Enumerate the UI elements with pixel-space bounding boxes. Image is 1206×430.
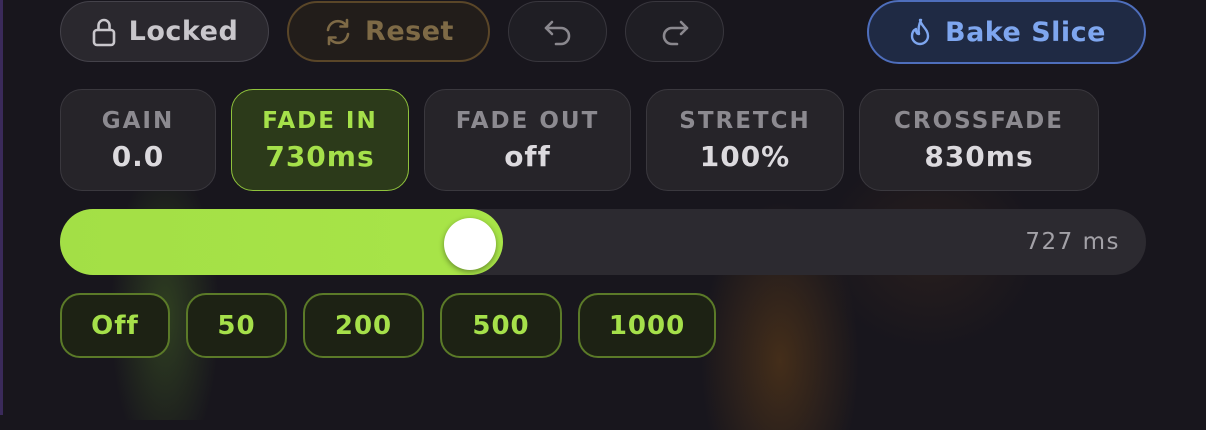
param-label: FADE IN [262, 107, 378, 134]
redo-icon [659, 18, 691, 46]
bake-slice-button[interactable]: Bake Slice [867, 0, 1146, 64]
param-value: 100% [699, 139, 791, 173]
preset-50-button[interactable]: 50 [186, 293, 287, 358]
fade-in-slider[interactable]: 727 ms [60, 209, 1146, 275]
param-value: 730ms [265, 139, 375, 173]
param-label: GAIN [101, 107, 175, 134]
param-value: 0.0 [111, 139, 165, 173]
preset-off-button[interactable]: Off [60, 293, 170, 358]
reset-label: Reset [365, 16, 454, 47]
window-edge [0, 0, 3, 415]
slider-thumb[interactable] [444, 218, 497, 270]
reset-button[interactable]: Reset [287, 1, 490, 62]
param-label: CROSSFADE [894, 107, 1064, 134]
param-gain[interactable]: GAIN 0.0 [60, 89, 216, 191]
locked-button[interactable]: Locked [60, 1, 269, 62]
param-label: FADE OUT [455, 107, 600, 134]
preset-200-button[interactable]: 200 [303, 293, 424, 358]
param-stretch[interactable]: STRETCH 100% [646, 89, 844, 191]
param-crossfade[interactable]: CROSSFADE 830ms [859, 89, 1099, 191]
redo-button[interactable] [625, 1, 724, 62]
flame-icon [907, 17, 933, 47]
undo-button[interactable] [508, 1, 607, 62]
lock-icon [91, 17, 117, 47]
preset-1000-button[interactable]: 1000 [578, 293, 716, 358]
param-fade-out[interactable]: FADE OUT off [424, 89, 631, 191]
bake-slice-label: Bake Slice [944, 16, 1106, 48]
slider-fill [60, 209, 504, 275]
preset-500-button[interactable]: 500 [440, 293, 562, 358]
param-label: STRETCH [679, 107, 811, 134]
slider-readout: 727 ms [1025, 229, 1120, 255]
param-fade-in[interactable]: FADE IN 730ms [231, 89, 409, 191]
param-value: 830ms [924, 139, 1034, 173]
refresh-icon [323, 17, 353, 47]
undo-icon [542, 18, 574, 46]
background-glow-green [110, 160, 220, 420]
param-value: off [504, 139, 551, 173]
locked-label: Locked [128, 16, 239, 47]
